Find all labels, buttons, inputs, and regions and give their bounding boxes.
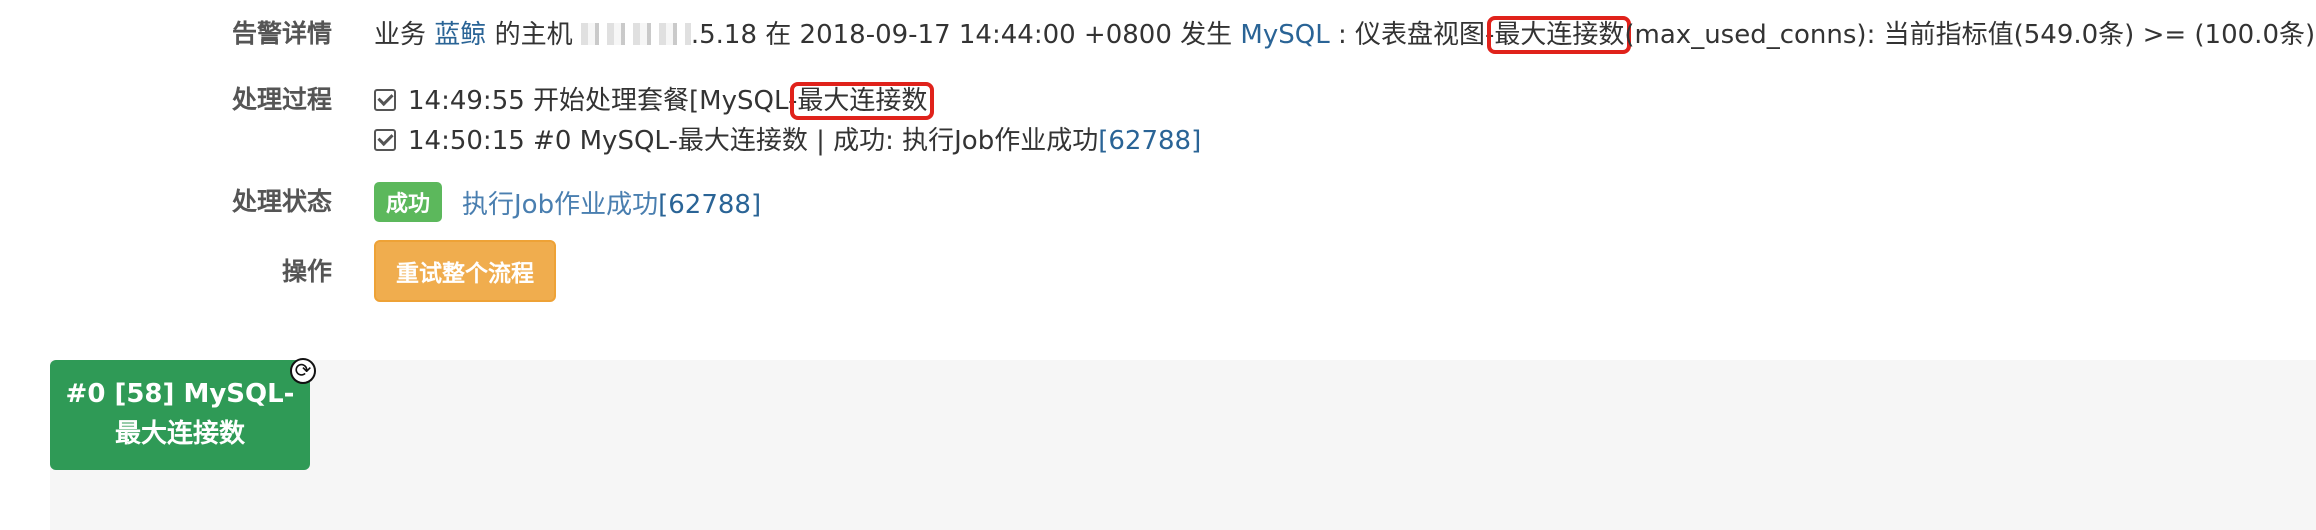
operation-content: 重试整个流程 [374,240,556,302]
business-link[interactable]: 蓝鲸 [434,20,486,50]
alert-detail-content: 业务 蓝鲸 的主机 .5.18 在 2018-09-17 14:44:00 +0… [374,14,2316,54]
source-link[interactable]: MySQL [1240,20,1329,50]
status-job-id[interactable]: [62788] [658,190,761,220]
process-line-1: 14:49:55 开始处理套餐[MySQL-最大连接数 [374,80,935,120]
process-label: 处理过程 [231,85,332,114]
status-text: 执行Job作业成功 [462,190,659,220]
highlight-package: 最大连接数 [790,82,935,120]
redacted-ip [580,23,691,45]
sync-icon[interactable]: ⟳ [290,358,316,384]
alert-detail-label: 告警详情 [231,19,332,48]
operation-label: 操作 [281,257,332,286]
flow-node[interactable]: #0 [58] MySQL- 最大连接数 [50,360,310,470]
flow-canvas [50,360,2316,530]
flow-node-line2: 最大连接数 [114,419,245,449]
process-line-2: 14:50:15 #0 MySQL-最大连接数 | 成功: 执行Job作业成功[… [374,120,1201,157]
flow-node-line1: #0 [58] MySQL- [65,379,295,409]
status-content: 成功 执行Job作业成功[62788] [374,182,761,222]
status-label: 处理状态 [231,187,332,216]
process-line1-text: 14:49:55 开始处理套餐[MySQL- [408,86,798,116]
host-text: 的主机 [494,20,573,50]
process-line2-text: 14:50:15 #0 MySQL-最大连接数 | 成功: 执行Job作业成功 [408,126,1099,156]
ip-tail: .5.18 [690,20,757,50]
job-id-link[interactable]: [62788] [1098,126,1201,156]
alert-desc-a: : 仪表盘视图- [1337,20,1495,50]
alert-desc-b: (max_used_conns): 当前指标值(549.0条) >= (100.… [1624,20,2316,50]
status-badge: 成功 [374,182,443,222]
retry-flow-button[interactable]: 重试整个流程 [374,240,556,302]
highlight-metric: 最大连接数 [1487,16,1632,54]
alert-time: 在 2018-09-17 14:44:00 +0800 发生 [765,20,1233,50]
checkbox-icon [374,129,396,151]
alert-prefix: 业务 [374,20,427,50]
checkbox-icon [374,89,396,111]
